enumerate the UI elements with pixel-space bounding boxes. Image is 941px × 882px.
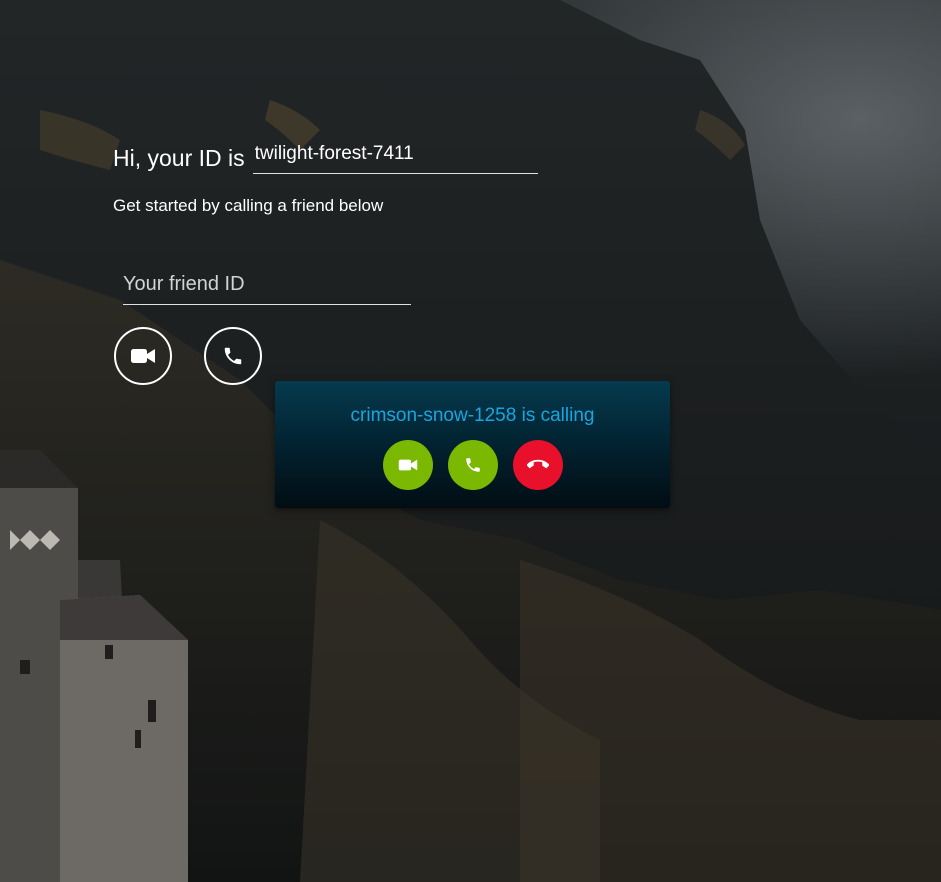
start-audio-call-button[interactable] [204,327,262,385]
video-camera-icon [131,349,155,363]
video-camera-icon [398,459,418,471]
greeting-label: Hi, your ID is [113,145,245,171]
client-id-field[interactable] [252,140,538,174]
reject-call-button[interactable] [513,440,563,490]
friend-id-input[interactable] [123,270,411,305]
phone-icon [466,458,480,472]
start-video-call-button[interactable] [114,327,172,385]
phone-icon [224,347,242,365]
accept-video-call-button[interactable] [383,440,433,490]
incoming-call-dialog: crimson-snow-1258 is calling [275,381,670,508]
greeting: Hi, your ID is [113,140,538,174]
accept-audio-call-button[interactable] [448,440,498,490]
incoming-call-message: crimson-snow-1258 is calling [350,405,595,426]
phone-hangup-icon [527,459,549,469]
subtitle: Get started by calling a friend below [113,196,384,215]
